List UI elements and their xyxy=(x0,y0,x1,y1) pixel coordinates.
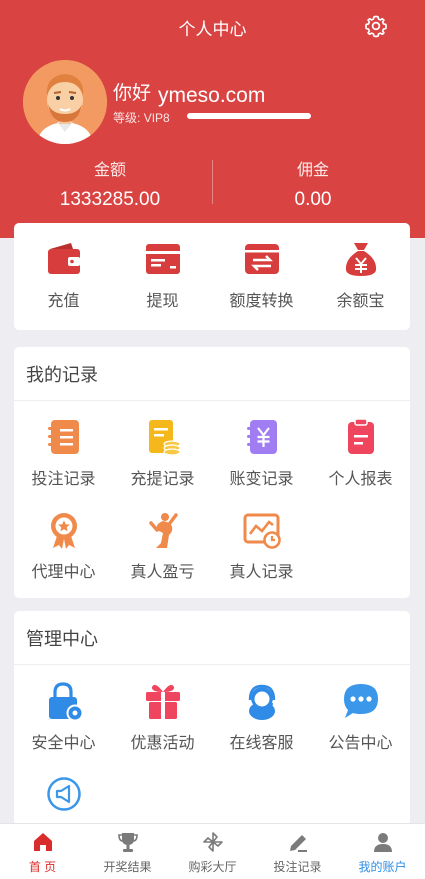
trophy-icon xyxy=(117,833,138,852)
level-progress-bar xyxy=(187,113,311,119)
balance-label: 金额 xyxy=(93,162,126,179)
yuan-book-icon xyxy=(246,420,277,454)
deposit-records-button[interactable]: 充提记录 xyxy=(113,417,212,489)
dancer-icon xyxy=(148,513,178,548)
transfer-icon xyxy=(244,244,279,274)
withdraw-label: 提现 xyxy=(146,293,179,310)
greeting-text: 你好 xyxy=(113,83,152,104)
tab-lottery-hall[interactable]: 购彩大厅 xyxy=(170,824,255,875)
lock-gear-icon xyxy=(48,682,83,721)
promotions-button[interactable]: 优惠活动 xyxy=(113,681,212,753)
pinwheel-icon xyxy=(202,832,223,852)
balance-stat[interactable]: 金额 1333285.00 xyxy=(4,156,216,211)
chat-bubble-icon xyxy=(343,684,378,718)
tab-lottery-hall-label: 购彩大厅 xyxy=(188,860,237,874)
pencil-icon xyxy=(289,835,307,852)
tab-bet-records-label: 投注记录 xyxy=(273,860,322,874)
recharge-button[interactable]: 充值 xyxy=(14,239,113,311)
card-icon xyxy=(145,244,180,274)
megaphone-icon xyxy=(46,777,81,811)
withdraw-button[interactable]: 提现 xyxy=(113,239,212,311)
agent-center-label: 代理中心 xyxy=(31,564,96,581)
transfer-button[interactable]: 额度转换 xyxy=(212,239,311,311)
level-caption: 等级: xyxy=(113,111,141,125)
security-center-button[interactable]: 安全中心 xyxy=(14,681,113,753)
tab-my-account[interactable]: 我的账户 xyxy=(340,824,425,875)
live-profit-button[interactable]: 真人盈亏 xyxy=(113,510,212,582)
live-records-button[interactable]: 真人记录 xyxy=(212,510,311,582)
yuebao-button[interactable]: 余额宝 xyxy=(311,239,410,311)
deposit-records-label: 充提记录 xyxy=(130,471,195,488)
account-change-button[interactable]: 账变记录 xyxy=(212,417,311,489)
records-card: 我的记录 投注记录 充提记录 账变记录 个人报表 代理中心 真人盈亏 真人记录 xyxy=(14,347,410,598)
commission-stat[interactable]: 佣金 0.00 xyxy=(207,156,419,211)
notebook-icon xyxy=(47,420,79,454)
user-icon xyxy=(373,833,392,852)
commission-label: 佣金 xyxy=(296,162,329,179)
home-icon xyxy=(33,833,52,851)
tab-results-label: 开奖结果 xyxy=(103,860,152,874)
report-icon xyxy=(347,418,374,454)
personal-report-button[interactable]: 个人报表 xyxy=(311,417,410,489)
announcement-button[interactable]: 公告中心 xyxy=(311,681,410,753)
agent-center-button[interactable]: 代理中心 xyxy=(14,510,113,582)
tab-my-account-label: 我的账户 xyxy=(358,860,407,874)
bottom-tab-bar: 首 页 开奖结果 购彩大厅 投注记录 我的账户 xyxy=(0,823,425,879)
wallet-icon xyxy=(47,243,80,274)
announcement-label: 公告中心 xyxy=(328,735,393,752)
headset-icon xyxy=(248,684,275,720)
security-center-label: 安全中心 xyxy=(31,735,96,752)
customer-service-label: 在线客服 xyxy=(229,735,294,752)
money-bag-icon xyxy=(345,243,376,276)
customer-service-button[interactable]: 在线客服 xyxy=(212,681,311,753)
promotions-label: 优惠活动 xyxy=(130,735,195,752)
personal-report-label: 个人报表 xyxy=(328,471,393,488)
username: ymeso.com xyxy=(158,84,266,107)
gear-icon[interactable] xyxy=(364,14,388,38)
bet-records-button[interactable]: 投注记录 xyxy=(14,417,113,489)
clipboard-coins-icon xyxy=(148,420,181,456)
live-profit-label: 真人盈亏 xyxy=(130,564,195,581)
tab-results[interactable]: 开奖结果 xyxy=(85,824,170,875)
live-records-label: 真人记录 xyxy=(229,564,294,581)
profile-header: 个人中心 你好 ymeso.com 等级: VIP8 金额 1333285.00 xyxy=(0,0,425,238)
avatar[interactable] xyxy=(23,60,107,144)
level-value: VIP8 xyxy=(143,111,170,125)
tab-home-label: 首 页 xyxy=(28,860,57,874)
management-card: 管理中心 安全中心 优惠活动 在线客服 公告中心 xyxy=(14,611,410,826)
broadcast-button[interactable] xyxy=(14,774,113,822)
level-label: 等级: VIP8 xyxy=(113,109,170,126)
yuebao-label: 余额宝 xyxy=(336,293,385,310)
wallet-card: 充值 提现 额度转换 余额宝 xyxy=(14,223,410,330)
account-change-label: 账变记录 xyxy=(229,471,294,488)
recharge-label: 充值 xyxy=(47,293,80,310)
balance-value: 1333285.00 xyxy=(59,189,161,210)
chart-clock-icon xyxy=(243,513,281,549)
medal-icon xyxy=(50,513,77,549)
commission-value: 0.00 xyxy=(294,189,332,210)
transfer-label: 额度转换 xyxy=(229,293,294,310)
page-title: 个人中心 xyxy=(178,20,247,39)
management-title: 管理中心 xyxy=(14,611,410,665)
tab-home[interactable]: 首 页 xyxy=(0,824,85,875)
tab-bet-records[interactable]: 投注记录 xyxy=(255,824,340,875)
gift-icon xyxy=(145,684,180,719)
bet-records-label: 投注记录 xyxy=(31,471,96,488)
records-title: 我的记录 xyxy=(14,347,410,401)
